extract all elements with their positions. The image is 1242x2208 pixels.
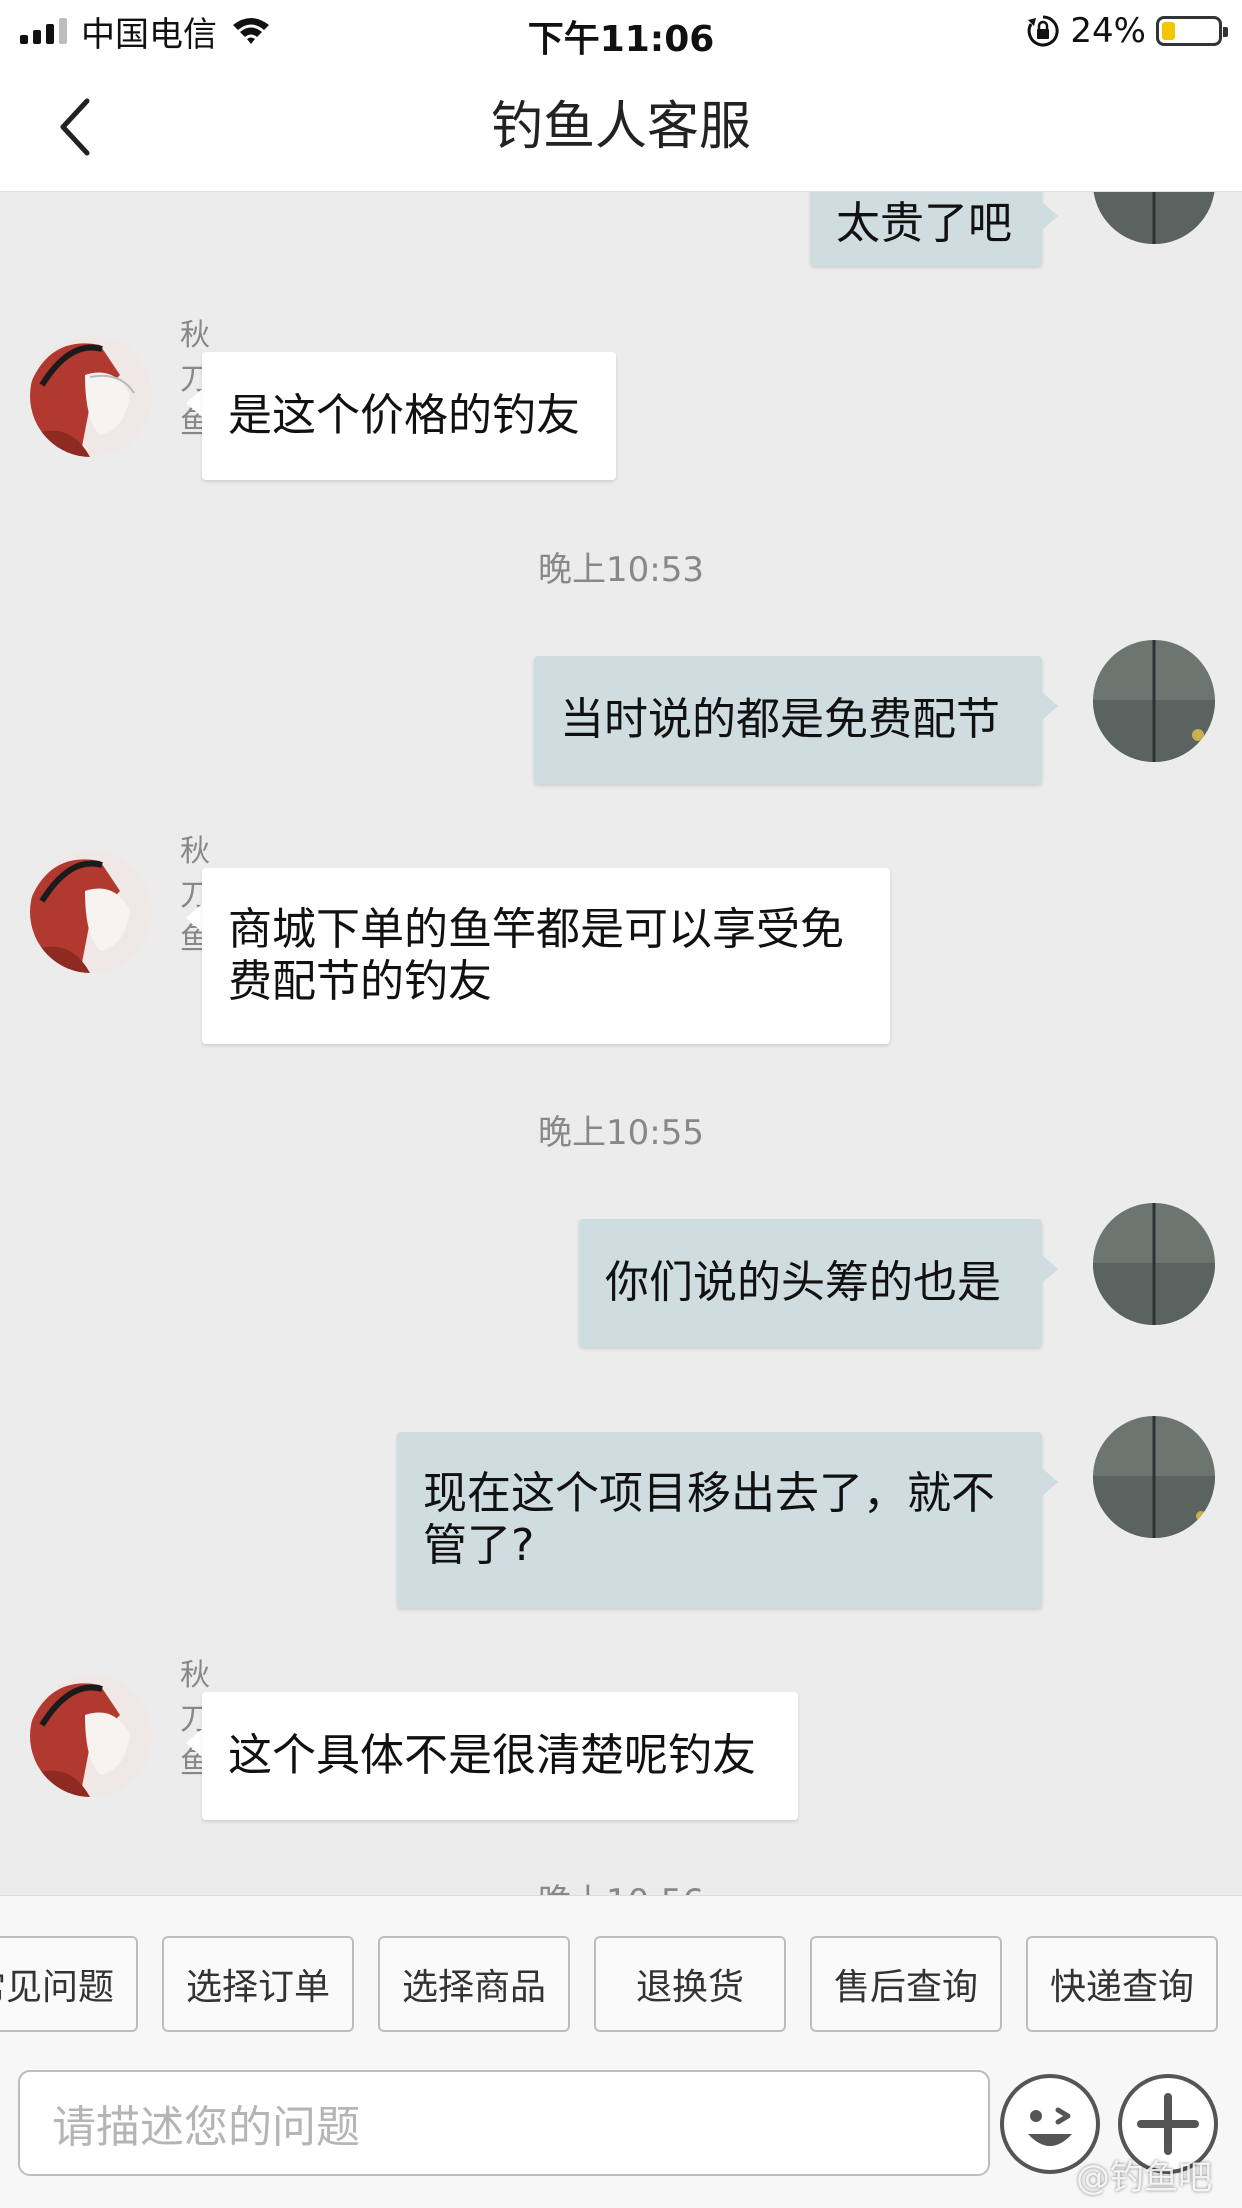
message-text: 当时说的都是免费配节 xyxy=(560,694,1000,745)
message-input[interactable]: 请描述您的问题 xyxy=(18,2070,990,2176)
chat-timestamp: 晚上10:55 xyxy=(538,1113,704,1153)
status-right: 24% xyxy=(1026,10,1228,52)
message-text: 这个具体不是很清楚呢钓友 xyxy=(228,1730,756,1781)
message-text-line: 商城下单的鱼竿都是可以享受免 xyxy=(228,904,844,955)
bubble-tail xyxy=(1042,202,1058,230)
message-bubble[interactable]: 太贵了吧 xyxy=(810,192,1042,266)
nav-bar: 钓鱼人客服 xyxy=(0,62,1242,192)
anime-avatar-icon xyxy=(30,335,152,457)
battery-percent: 24% xyxy=(1070,11,1146,51)
quick-action-select-order[interactable]: 选择订单 xyxy=(162,1936,354,2032)
quick-action-express-tracking[interactable]: 快递查询 xyxy=(1026,1936,1218,2032)
bubble-tail xyxy=(186,1729,202,1757)
message-bubble[interactable]: 是这个价格的钓友 xyxy=(202,352,616,480)
message-bubble[interactable]: 你们说的头筹的也是 xyxy=(579,1219,1042,1347)
bubble-tail xyxy=(1042,1255,1058,1283)
battery-level xyxy=(1162,22,1175,40)
message-text-line: 现在这个项目移出去了，就不 xyxy=(423,1468,995,1519)
message-text-line: 费配节的钓友 xyxy=(228,956,492,1007)
quick-actions-bar[interactable]: 常见问题 选择订单 选择商品 退换货 售后查询 快递查询 xyxy=(0,1895,1242,2050)
watermark-text: @钓鱼吧 xyxy=(1076,2158,1212,2198)
avatar-self[interactable] xyxy=(1093,192,1215,244)
input-bar: 请描述您的问题 @钓鱼吧 xyxy=(0,2050,1242,2208)
anime-avatar-icon xyxy=(30,851,152,973)
anime-avatar-icon xyxy=(30,1675,152,1797)
plus-icon xyxy=(1137,2093,1199,2155)
input-placeholder: 请描述您的问题 xyxy=(52,2102,360,2153)
avatar-agent[interactable] xyxy=(30,335,152,457)
bubble-tail xyxy=(186,904,202,932)
bubble-tail xyxy=(186,389,202,417)
lake-photo-avatar xyxy=(1093,1416,1215,1538)
avatar-agent[interactable] xyxy=(30,851,152,973)
quick-action-select-product[interactable]: 选择商品 xyxy=(378,1936,570,2032)
message-bubble[interactable]: 商城下单的鱼竿都是可以享受免 费配节的钓友 xyxy=(202,868,890,1044)
chat-area[interactable]: 太贵了吧 秋刀鱼 是这个价格的钓友 晚上10:53 当时说的都是免费配节 秋刀鱼… xyxy=(0,192,1242,1895)
message-text: 是这个价格的钓友 xyxy=(228,390,580,441)
status-bar: 中国电信 下午11:06 24% xyxy=(0,0,1242,62)
avatar-self[interactable] xyxy=(1093,640,1215,762)
message-text: 你们说的头筹的也是 xyxy=(605,1257,1001,1308)
lake-photo-avatar xyxy=(1093,192,1215,244)
avatar-self[interactable] xyxy=(1093,1203,1215,1325)
bubble-tail xyxy=(1042,1468,1058,1496)
message-bubble[interactable]: 现在这个项目移出去了，就不 管了? xyxy=(397,1432,1042,1608)
quick-action-faq[interactable]: 常见问题 xyxy=(0,1936,138,2032)
avatar-agent[interactable] xyxy=(30,1675,152,1797)
message-bubble[interactable]: 这个具体不是很清楚呢钓友 xyxy=(202,1692,798,1820)
lake-photo-avatar xyxy=(1093,640,1215,762)
message-text: 太贵了吧 xyxy=(836,198,1012,249)
message-bubble[interactable]: 当时说的都是免费配节 xyxy=(534,656,1042,784)
quick-action-return-exchange[interactable]: 退换货 xyxy=(594,1936,786,2032)
bubble-tail xyxy=(1042,692,1058,720)
quick-action-after-sales[interactable]: 售后查询 xyxy=(810,1936,1002,2032)
avatar-self[interactable] xyxy=(1093,1416,1215,1538)
lake-photo-avatar xyxy=(1093,1203,1215,1325)
battery-icon xyxy=(1156,16,1228,46)
message-text-line: 管了? xyxy=(423,1520,535,1571)
chat-timestamp: 晚上10:56 xyxy=(0,1874,1242,1895)
chat-timestamp: 晚上10:53 xyxy=(538,550,704,590)
page-title: 钓鱼人客服 xyxy=(490,97,751,157)
orientation-lock-icon xyxy=(1028,15,1060,47)
